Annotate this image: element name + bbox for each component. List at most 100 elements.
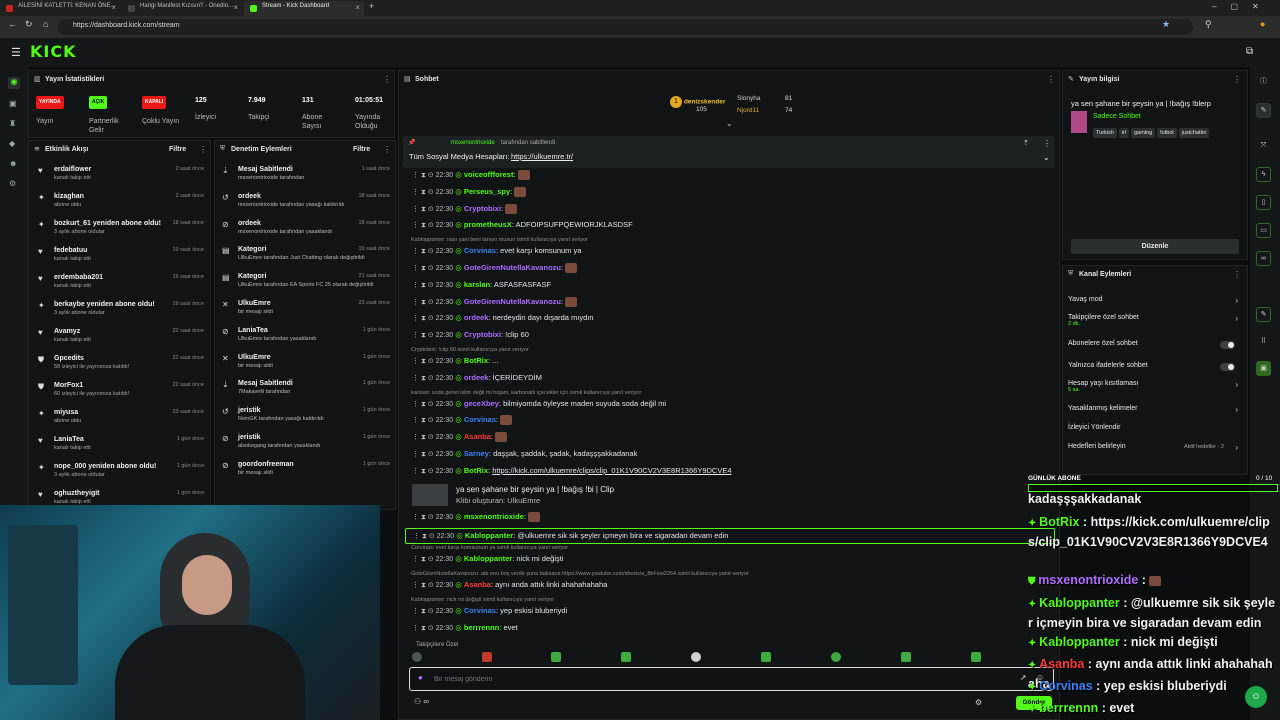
chat-username[interactable]: karslan <box>464 280 490 289</box>
moderation-item[interactable]: ⇣ Mesaj Sabitlendi msxenontrioxide tarafın… <box>222 165 390 189</box>
moderation-item[interactable]: ✕ UlkuEmre bir mesajı sildi 1 gün önce <box>222 353 390 377</box>
channel-action-item[interactable]: Yavaş mod › <box>1068 296 1240 305</box>
message-actions-icon[interactable]: ⋮ ⧗ ⊙ <box>412 282 436 289</box>
gear-icon[interactable]: ⚙ <box>975 698 982 707</box>
profile-icon[interactable]: ● <box>1260 19 1265 29</box>
message-actions-icon[interactable]: ⋮ ⧗ ⊙ <box>413 533 437 540</box>
message-actions-icon[interactable]: ⋮ ⧗ ⊙ <box>412 608 436 615</box>
emote-icon[interactable] <box>621 652 631 662</box>
home-icon[interactable]: ⌂ <box>43 19 48 29</box>
link-icon[interactable]: ∞ <box>1256 251 1271 266</box>
message-actions-icon[interactable]: ⋮ ⧗ ⊙ <box>412 206 436 213</box>
menu-icon[interactable]: ☰ <box>11 46 21 59</box>
chevron-right-icon[interactable]: › <box>1235 405 1238 414</box>
chat-username[interactable]: BotRix <box>464 466 488 475</box>
chat-message[interactable]: ⋮ ⧗ ⊙ 22:30 ◎ Corvinas: <box>412 415 513 426</box>
channel-action-item[interactable]: Hedefleri belirleyin Aktif hedefler - 2 › <box>1068 443 1240 452</box>
chat-input-box[interactable]: ● ➚ ☺ <box>409 667 1054 691</box>
extensions-icon[interactable]: ⚲ <box>1205 19 1212 30</box>
chat-message[interactable]: ⋮ ⧗ ⊙ 22:30 ◎ Asanba: <box>412 432 508 443</box>
chat-message[interactable]: ⋮ ⧗ ⊙ 22:30 ◎ ordeek: İÇERİDEYDİM <box>412 373 542 383</box>
chat-message[interactable]: ⋮ ⧗ ⊙ 22:30 ◎ GoteGirenNutellaKavanozu: <box>412 297 578 307</box>
emote-icon[interactable] <box>412 652 422 662</box>
chat-username[interactable]: Corvinas <box>464 415 496 424</box>
chat-username[interactable]: geceXbey <box>464 399 499 408</box>
chat-username[interactable]: voiceoffforest <box>464 170 514 179</box>
chat-message[interactable]: ⋮ ⧗ ⊙ 22:30 ◎ Perseus_spy: <box>412 187 527 197</box>
chat-message[interactable]: ⋮ ⧗ ⊙ 22:30 ◎ prometheusX: ADFOIPSUFPQEW… <box>412 220 633 230</box>
chat-username[interactable]: Sarney <box>464 449 489 458</box>
chat-username[interactable]: Asanba <box>464 432 491 441</box>
activity-item[interactable]: ⛊ Gpcedits 58 izleyici ile yayınınıza katı… <box>38 354 204 378</box>
activity-item[interactable]: ✦ kizaghan abone oldu 2 saat önce <box>38 192 204 216</box>
chat-message[interactable]: ⋮ ⧗ ⊙ 22:30 ◎ karslan: ASFASFASFASF <box>412 280 551 290</box>
moderation-item[interactable]: ⊘ ordeek msxenontrioxide tarafından yasakl… <box>222 219 390 243</box>
moderation-item[interactable]: ⇣ Mesaj Sabitlendi 7Makavelli tarafından 1 … <box>222 379 390 403</box>
wrench-icon[interactable]: ✎ <box>1256 307 1271 322</box>
chat-message[interactable]: ⋮ ⧗ ⊙ 22:30 ◎ Kabloppanter: @ulkuemre si… <box>405 528 1055 545</box>
chat-message[interactable]: ⋮ ⧗ ⊙ 22:30 ◎ Corvinas: yep eskisi blube… <box>412 606 567 616</box>
window-controls[interactable]: –▢✕ <box>1212 2 1273 11</box>
activity-item[interactable]: ✦ bozkurt_61 yeniden abone oldu! 3 aylık a… <box>38 219 204 243</box>
message-actions-icon[interactable]: ⋮ ⧗ ⊙ <box>412 299 436 306</box>
chat-username[interactable]: GoteGirenNutellaKavanozu <box>464 297 561 306</box>
more-menu-icon[interactable]: ⋮ <box>383 145 391 154</box>
browser-tab-active[interactable]: Stream - Kick Dashboard × <box>244 1 364 16</box>
message-link[interactable]: https://kick.com/ulkuemre/clips/clip_01K… <box>492 466 731 475</box>
activity-item[interactable]: ♥ erdembaba201 kanalı takip etti 19 saat ön… <box>38 273 204 297</box>
message-actions-icon[interactable]: ⋮ ⧗ ⊙ <box>412 556 436 563</box>
edit-button[interactable]: Düzenle <box>1071 239 1239 254</box>
chat-username[interactable]: Asanba <box>464 580 491 589</box>
message-icon[interactable]: ▭ <box>1256 223 1271 238</box>
activity-item[interactable]: ♥ LaniaTea kanalı takip etti 1 gün önce <box>38 435 204 459</box>
moderation-item[interactable]: ▤ Kategori UlkuEmre tarafından Just Chatti… <box>222 245 390 269</box>
more-menu-icon[interactable]: ⋮ <box>199 145 207 154</box>
emote-icon[interactable] <box>482 652 492 662</box>
settings-gear-icon[interactable]: ⚙ <box>9 179 19 189</box>
browser-tab[interactable]: AİLESİNİ KATLETTİ: KENAN ÖNE... × <box>0 1 120 16</box>
moderation-item[interactable]: ▤ Kategori UlkuEmre tarafından EA Sports F… <box>222 272 390 296</box>
channel-action-item[interactable]: İzleyici Yönlendir <box>1068 424 1240 431</box>
chevron-right-icon[interactable]: › <box>1235 314 1238 323</box>
filter-button[interactable]: Filtre <box>169 146 186 153</box>
close-icon[interactable]: × <box>355 3 360 12</box>
moderation-item[interactable]: ↺ jeristik ReinGK tarafından yasağı kaldır… <box>222 406 390 430</box>
activity-item[interactable]: ✦ berkaybe yeniden abone oldu! 3 aylık abo… <box>38 300 204 324</box>
more-menu-icon[interactable]: ⋮ <box>1047 75 1055 84</box>
chat-bubble-icon[interactable]: ☺ <box>1245 686 1267 708</box>
browser-tab[interactable]: Hangi Manifest Kızısın? - Onedio... × <box>122 1 242 16</box>
filter-button[interactable]: Filtre <box>353 146 370 153</box>
chat-username[interactable]: BotRix <box>464 356 488 365</box>
emote-icon[interactable] <box>551 652 561 662</box>
message-actions-icon[interactable]: ⋮ ⧗ ⊙ <box>412 172 436 179</box>
chat-username[interactable]: ordeek <box>464 373 489 382</box>
message-actions-icon[interactable]: ⋮ ⧗ ⊙ <box>412 358 436 365</box>
chevron-right-icon[interactable]: › <box>1235 443 1238 452</box>
message-actions-icon[interactable]: ⋮ ⧗ ⊙ <box>412 332 436 339</box>
chat-username[interactable]: Cryptobixi <box>464 204 501 213</box>
message-actions-icon[interactable]: ⋮ ⧗ ⊙ <box>412 222 436 229</box>
moderation-item[interactable]: ⊘ goordonfreeman bir mesajı sildi 1 gün önc… <box>222 460 390 484</box>
trophy-icon[interactable]: ♜ <box>9 119 19 129</box>
message-actions-icon[interactable]: ⋮ ⧗ ⊙ <box>412 248 436 255</box>
more-menu-icon[interactable]: ⋮ <box>1233 75 1241 84</box>
chat-username[interactable]: Perseus_spy <box>464 187 510 196</box>
message-actions-icon[interactable]: ⋮ ⧗ ⊙ <box>412 315 436 322</box>
chat-message[interactable]: ⋮ ⧗ ⊙ 22:30 ◎ BotRix: https://kick.com/u… <box>412 466 732 476</box>
chat-message[interactable]: ⋮ ⧗ ⊙ 22:30 ◎ Cryptobixi: !clip 60 <box>412 330 529 340</box>
info-icon[interactable]: ⓘ <box>1256 75 1271 90</box>
chat-message[interactable]: ⋮ ⧗ ⊙ 22:30 ◎ voiceoffforest: <box>412 170 530 181</box>
dashboard-icon[interactable]: ▣ <box>9 99 19 109</box>
message-actions-icon[interactable]: ⋮ ⧗ ⊙ <box>412 417 436 424</box>
message-actions-icon[interactable]: ⋮ ⧗ ⊙ <box>412 434 436 441</box>
activity-item[interactable]: ♥ erdaiflower kanalı takip etti 2 saat önce <box>38 165 204 189</box>
channel-action-item[interactable]: Hesap yaşı kısıtlaması 5 sa. › <box>1068 380 1240 393</box>
clipboard-icon[interactable]: ▯ <box>1256 195 1271 210</box>
close-icon[interactable]: × <box>233 3 238 12</box>
emote-icon[interactable] <box>901 652 911 662</box>
chat-username[interactable]: Corvinas <box>464 246 496 255</box>
chat-message[interactable]: ⋮ ⧗ ⊙ 22:30 ◎ Cryptobixi: <box>412 204 518 214</box>
chat-message[interactable]: ⋮ ⧗ ⊙ 22:30 ◎ Kabloppanter: nick mi deği… <box>412 554 564 564</box>
chat-username[interactable]: prometheusX <box>464 220 512 229</box>
collapse-chevron-icon[interactable]: ⌄ <box>726 119 733 128</box>
